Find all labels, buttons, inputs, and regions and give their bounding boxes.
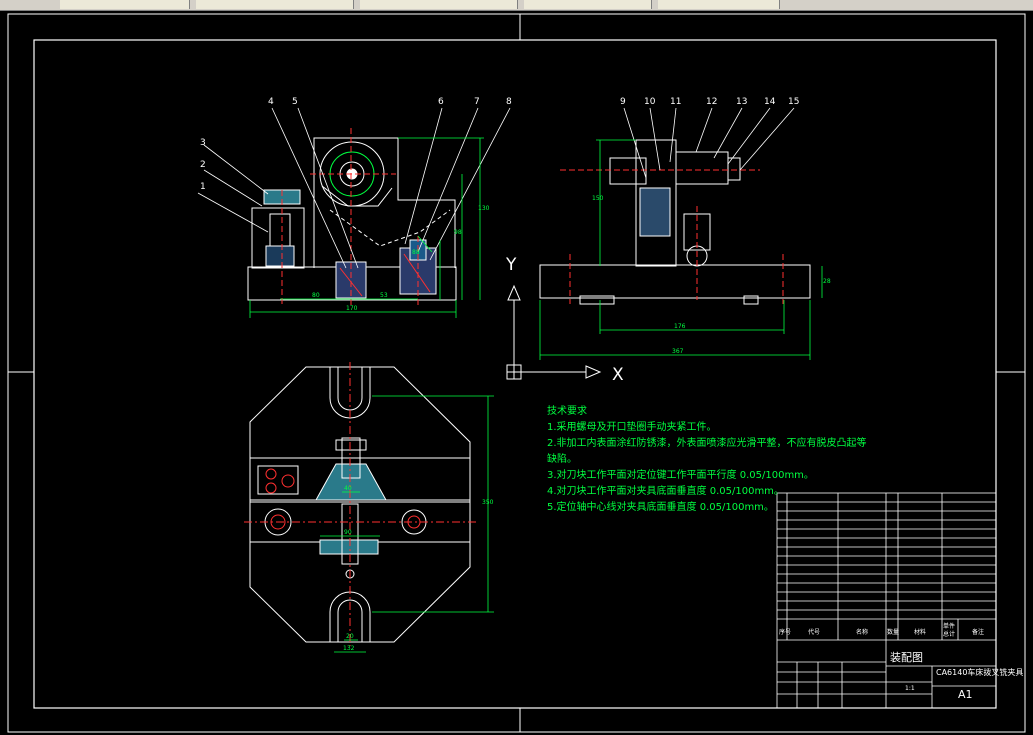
part-label-5: 5 xyxy=(292,97,298,107)
file-tab-3[interactable] xyxy=(360,0,518,9)
part-label-13: 13 xyxy=(736,97,748,107)
dim-front-inner: 98 xyxy=(454,229,462,236)
outer-border xyxy=(7,13,1026,733)
part-label-10: 10 xyxy=(644,97,656,107)
part-name: CA6140车床拨叉铣夹具 xyxy=(936,668,1024,677)
tb-header-remark: 备注 xyxy=(972,629,985,636)
cad-drawing-canvas[interactable]: Y X xyxy=(0,10,1033,735)
part-label-8: 8 xyxy=(506,97,512,107)
part-label-12: 12 xyxy=(706,97,718,107)
dim-front-b: 53 xyxy=(380,292,388,299)
tb-header-material: 材料 xyxy=(914,629,927,636)
file-tab-5[interactable] xyxy=(658,0,780,9)
side-view-leaders xyxy=(623,107,795,179)
dim-front-width: 170 xyxy=(346,305,358,312)
plan-view-dimensions xyxy=(320,395,494,653)
part-label-15: 15 xyxy=(788,97,800,107)
part-label-14: 14 xyxy=(764,97,776,107)
dim-side-inner: 176 xyxy=(674,323,686,330)
part-label-7: 7 xyxy=(474,97,480,107)
tech-requirement-line: 2.非加工内表面涂红防锈漆，外表面喷漆应光滑平整，不应有脱皮凸起等 xyxy=(547,438,867,449)
file-tab-4[interactable] xyxy=(524,0,652,9)
tech-requirement-line: 5.定位轴中心线对夹具底面垂直度 0.05/100mm。 xyxy=(547,502,774,513)
front-view-leaders xyxy=(197,107,511,269)
drawing-title: 装配图 xyxy=(890,651,923,664)
part-label-4: 4 xyxy=(268,97,274,107)
dim-side-height: 150 xyxy=(592,195,604,202)
tb-header-qty: 数量 xyxy=(887,629,900,636)
dim-plan-base: 132 xyxy=(343,645,355,652)
tech-requirement-line: 缺陷。 xyxy=(547,454,577,465)
front-view xyxy=(247,128,457,305)
part-label-3: 3 xyxy=(200,138,206,148)
part-label-1: 1 xyxy=(200,182,206,192)
inner-border xyxy=(33,39,997,709)
part-label-2: 2 xyxy=(200,160,206,170)
part-label-11: 11 xyxy=(670,97,682,107)
tech-requirement-line: 4.对刀块工作平面对夹具底面垂直度 0.05/100mm。 xyxy=(547,486,784,497)
scale-value: 1:1 xyxy=(905,685,915,692)
dim-plan-height: 350 xyxy=(482,499,494,506)
dim-front-c: 88 xyxy=(412,249,420,256)
tech-requirements-title: 技术要求 xyxy=(547,406,587,417)
dim-plan-top: 40 xyxy=(344,485,352,492)
file-tab-1[interactable] xyxy=(60,0,190,9)
dim-front-d: 80 xyxy=(312,292,320,299)
tb-header-total: 总计 xyxy=(943,631,956,638)
ucs-x-label: X xyxy=(612,365,624,385)
plan-view xyxy=(244,362,476,646)
dim-side-base: 28 xyxy=(823,278,831,285)
tb-header-name: 名称 xyxy=(856,629,869,636)
dim-plan-small: 20 xyxy=(346,633,354,640)
tech-requirement-line: 1.采用螺母及开口垫圈手动夹紧工件。 xyxy=(547,422,717,433)
file-tab-2[interactable] xyxy=(196,0,354,9)
tb-header-code: 代号 xyxy=(808,629,821,636)
ucs-icon xyxy=(506,284,602,380)
part-label-9: 9 xyxy=(620,97,626,107)
dim-plan-bottom: 90 xyxy=(344,529,352,536)
ucs-y-label: Y xyxy=(505,255,517,275)
front-view-dimensions xyxy=(249,137,484,318)
tb-header-seq: 序号 xyxy=(779,629,792,636)
side-view xyxy=(539,139,811,305)
dim-front-height: 130 xyxy=(478,205,490,212)
part-label-6: 6 xyxy=(438,97,444,107)
dim-side-total: 367 xyxy=(672,348,684,355)
sheet-size: A1 xyxy=(958,688,973,701)
tech-requirement-line: 3.对刀块工作平面对定位键工作平面平行度 0.05/100mm。 xyxy=(547,470,814,481)
